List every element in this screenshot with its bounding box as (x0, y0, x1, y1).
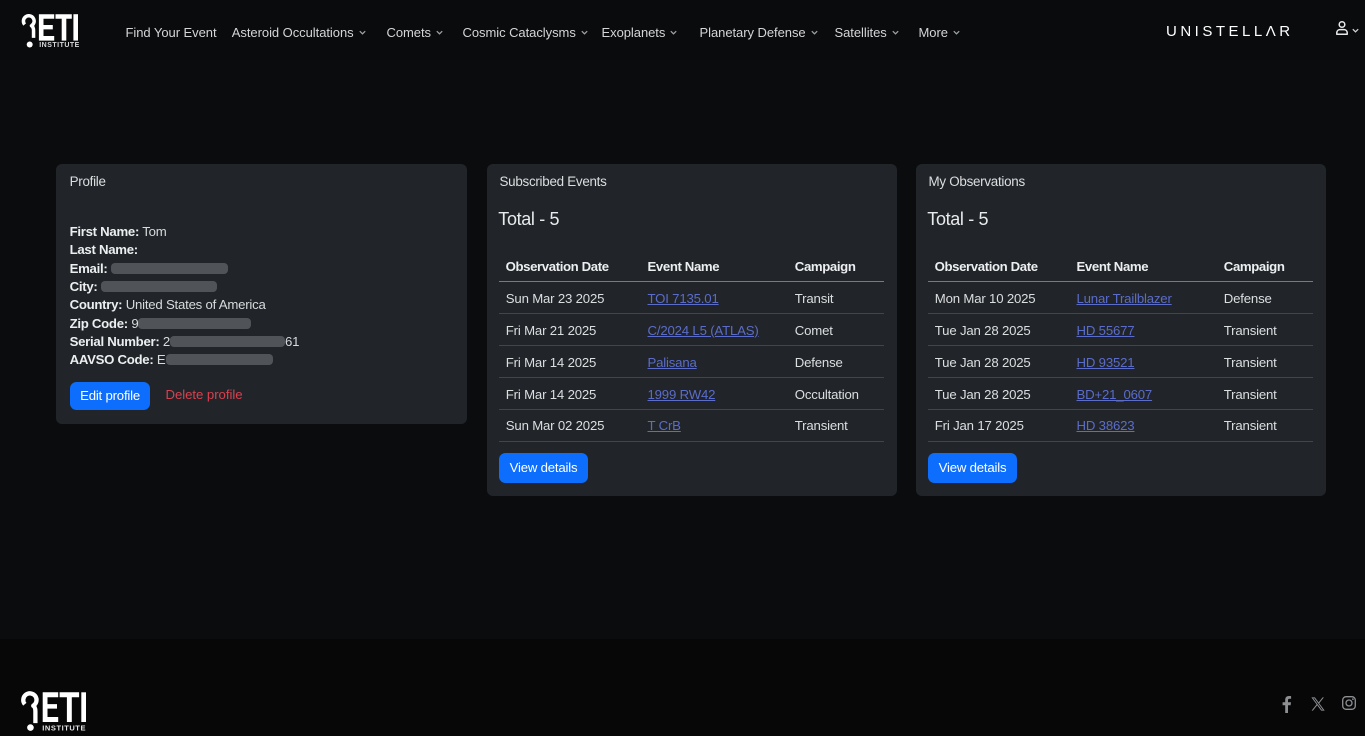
svg-text:INSTITUTE: INSTITUTE (42, 723, 86, 732)
svg-text:INSTITUTE: INSTITUTE (39, 42, 79, 49)
